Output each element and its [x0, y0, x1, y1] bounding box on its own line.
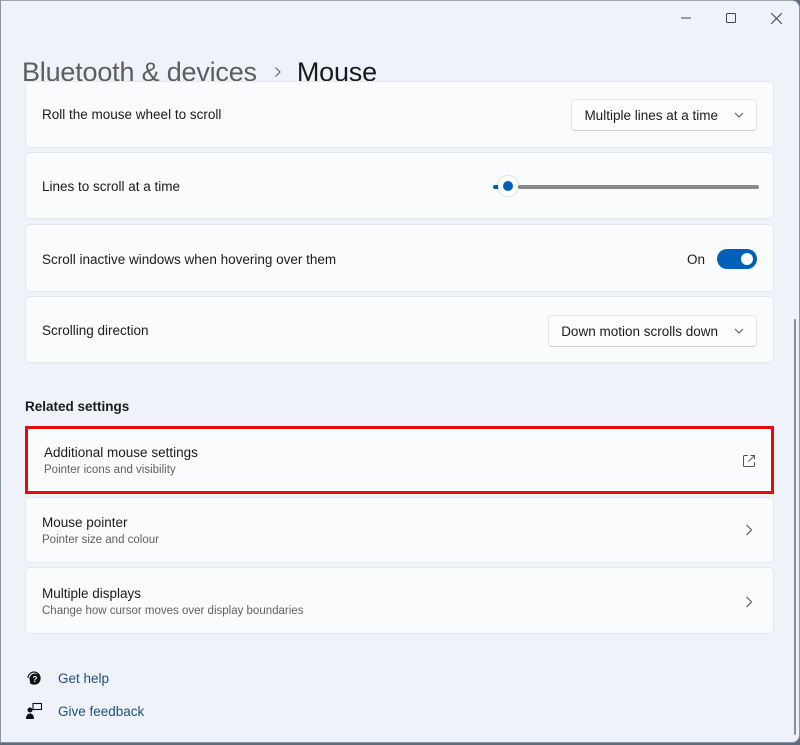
- link-subtitle: Pointer size and colour: [42, 534, 159, 546]
- setting-scroll-inactive: Scroll inactive windows when hovering ov…: [25, 224, 774, 292]
- maximize-icon: [726, 13, 736, 23]
- dropdown-value: Multiple lines at a time: [584, 107, 718, 123]
- toggle-state-label: On: [686, 252, 705, 267]
- get-help-text: Get help: [58, 670, 110, 686]
- additional-mouse-settings-link[interactable]: Additional mouse settings Pointer icons …: [25, 426, 774, 494]
- give-feedback-text: Give feedback: [58, 703, 145, 719]
- link-subtitle: Change how cursor moves over display bou…: [42, 605, 304, 617]
- link-title: Multiple displays: [42, 586, 142, 601]
- setting-label: Scroll inactive windows when hovering ov…: [42, 252, 337, 267]
- roll-wheel-dropdown[interactable]: Multiple lines at a time: [571, 99, 757, 131]
- chevron-right-icon: [741, 594, 757, 610]
- settings-window: Bluetooth & devices Mouse Roll the mouse…: [0, 0, 800, 743]
- svg-text:?: ?: [33, 675, 38, 684]
- link-title: Mouse pointer: [42, 515, 128, 530]
- multiple-displays-link[interactable]: Multiple displays Change how cursor move…: [25, 567, 774, 634]
- setting-lines-to-scroll: Lines to scroll at a time: [25, 152, 774, 219]
- close-icon: [770, 12, 782, 24]
- scroll-direction-dropdown[interactable]: Down motion scrolls down: [548, 315, 757, 347]
- link-subtitle: Pointer icons and visibility: [44, 464, 176, 476]
- mouse-pointer-link[interactable]: Mouse pointer Pointer size and colour: [25, 497, 774, 563]
- setting-scroll-direction: Scrolling direction Down motion scrolls …: [25, 296, 774, 363]
- dropdown-value: Down motion scrolls down: [561, 323, 718, 339]
- slider-thumb[interactable]: [498, 176, 519, 196]
- maximize-button[interactable]: [711, 5, 751, 31]
- chevron-down-icon: [734, 110, 744, 120]
- close-button[interactable]: [756, 5, 796, 31]
- feedback-icon: [25, 702, 43, 720]
- setting-label: Scrolling direction: [42, 323, 149, 338]
- help-icon: ?: [25, 669, 43, 687]
- lines-to-scroll-slider[interactable]: [493, 176, 759, 197]
- chevron-right-icon: [741, 522, 757, 538]
- give-feedback-link[interactable]: Give feedback: [25, 702, 144, 720]
- scroll-inactive-toggle[interactable]: [717, 249, 757, 269]
- setting-roll-wheel: Roll the mouse wheel to scroll Multiple …: [25, 81, 774, 148]
- open-external-icon: [741, 453, 757, 469]
- chevron-down-icon: [734, 326, 744, 336]
- chevron-right-icon: [274, 62, 282, 83]
- get-help-link[interactable]: ? Get help: [25, 669, 109, 687]
- setting-label: Roll the mouse wheel to scroll: [42, 107, 222, 122]
- minimize-button[interactable]: [666, 5, 706, 31]
- vertical-scrollbar[interactable]: [794, 319, 796, 735]
- minimize-icon: [681, 17, 691, 19]
- setting-label: Lines to scroll at a time: [42, 179, 181, 194]
- link-title: Additional mouse settings: [44, 445, 198, 460]
- slider-track: [518, 185, 759, 189]
- related-settings-heading: Related settings: [25, 399, 130, 414]
